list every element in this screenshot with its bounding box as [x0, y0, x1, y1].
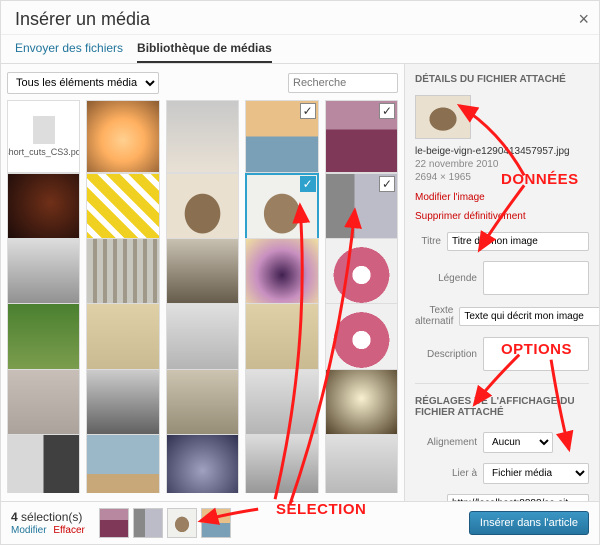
- caption-label: Légende: [415, 273, 477, 284]
- desc-label: Description: [415, 349, 477, 360]
- selection-thumbs: [99, 508, 231, 538]
- selected-thumb[interactable]: [167, 508, 197, 538]
- align-label: Alignement: [415, 437, 477, 448]
- media-item[interactable]: [245, 238, 318, 311]
- media-item[interactable]: [166, 369, 239, 442]
- media-item[interactable]: [7, 303, 80, 376]
- media-item-pdf[interactable]: short_cuts_CS3.pdf: [7, 100, 80, 173]
- media-item[interactable]: [86, 238, 159, 311]
- details-heading: DÉTAILS DU FICHIER ATTACHÉ: [415, 74, 589, 85]
- edit-image-link[interactable]: Modifier l'image: [415, 192, 485, 203]
- media-item[interactable]: [166, 238, 239, 311]
- media-item[interactable]: [166, 173, 239, 246]
- display-heading: RÉGLAGES DE L'AFFICHAGE DU FICHIER ATTAC…: [415, 396, 589, 418]
- tab-upload[interactable]: Envoyer des fichiers: [15, 35, 123, 63]
- alt-input[interactable]: [459, 307, 599, 326]
- alt-label: Texte alternatif: [415, 305, 453, 327]
- tab-library[interactable]: Bibliothèque de médias: [137, 35, 272, 63]
- check-icon[interactable]: ✓: [379, 103, 395, 119]
- media-item[interactable]: ✓: [325, 100, 398, 173]
- check-icon[interactable]: ✓: [300, 103, 316, 119]
- media-grid: short_cuts_CS3.pdf ✓ ✓ ✓ ✓: [7, 100, 398, 493]
- file-name: le-beige-vign-e1290413457957.jpg: [415, 145, 589, 158]
- media-item[interactable]: [325, 434, 398, 493]
- title-label: Titre: [415, 236, 441, 247]
- media-item[interactable]: [7, 369, 80, 442]
- media-item[interactable]: ✓: [245, 173, 318, 246]
- check-icon[interactable]: ✓: [379, 176, 395, 192]
- selected-thumb[interactable]: [201, 508, 231, 538]
- media-item[interactable]: [86, 303, 159, 376]
- selected-thumb[interactable]: [133, 508, 163, 538]
- selected-thumb[interactable]: [99, 508, 129, 538]
- media-item[interactable]: [7, 238, 80, 311]
- file-label: short_cuts_CS3.pdf: [7, 147, 80, 157]
- media-item[interactable]: [325, 238, 398, 311]
- details-sidebar: DÉTAILS DU FICHIER ATTACHÉ le-beige-vign…: [404, 64, 599, 501]
- media-item[interactable]: [86, 173, 159, 246]
- media-item[interactable]: [7, 434, 80, 493]
- caption-input[interactable]: [483, 261, 589, 295]
- title-input[interactable]: [447, 232, 589, 251]
- media-item[interactable]: [166, 303, 239, 376]
- media-item[interactable]: [7, 173, 80, 246]
- selection-count: 4 sélection(s): [11, 510, 85, 524]
- media-item[interactable]: [245, 369, 318, 442]
- link-select[interactable]: Fichier média: [483, 463, 589, 484]
- link-label: Lier à: [415, 468, 477, 479]
- insert-button[interactable]: Insérer dans l'article: [469, 511, 589, 535]
- media-item[interactable]: [245, 303, 318, 376]
- edit-selection-link[interactable]: Modifier: [11, 525, 47, 536]
- align-select[interactable]: Aucun: [483, 432, 553, 453]
- close-button[interactable]: ×: [578, 9, 589, 30]
- media-filter-select[interactable]: Tous les éléments média: [7, 72, 159, 94]
- url-input[interactable]: [447, 494, 589, 501]
- file-date: 22 novembre 2010: [415, 158, 589, 171]
- desc-input[interactable]: [483, 337, 589, 371]
- check-icon[interactable]: ✓: [300, 176, 316, 192]
- search-input[interactable]: [288, 73, 398, 93]
- media-item[interactable]: [245, 434, 318, 493]
- media-item[interactable]: ✓: [245, 100, 318, 173]
- media-item[interactable]: ✓: [325, 173, 398, 246]
- media-item[interactable]: [86, 434, 159, 493]
- preview-thumbnail: [415, 95, 471, 139]
- media-item[interactable]: [325, 303, 398, 376]
- media-item[interactable]: [166, 434, 239, 493]
- delete-permanently-link[interactable]: Supprimer définitivement: [415, 211, 526, 222]
- file-dimensions: 2694 × 1965: [415, 171, 589, 184]
- modal-title: Insérer un média: [15, 9, 585, 30]
- clear-selection-link[interactable]: Effacer: [53, 525, 85, 536]
- media-item[interactable]: [86, 100, 159, 173]
- media-item[interactable]: [86, 369, 159, 442]
- media-item[interactable]: [325, 369, 398, 442]
- media-item[interactable]: [166, 100, 239, 173]
